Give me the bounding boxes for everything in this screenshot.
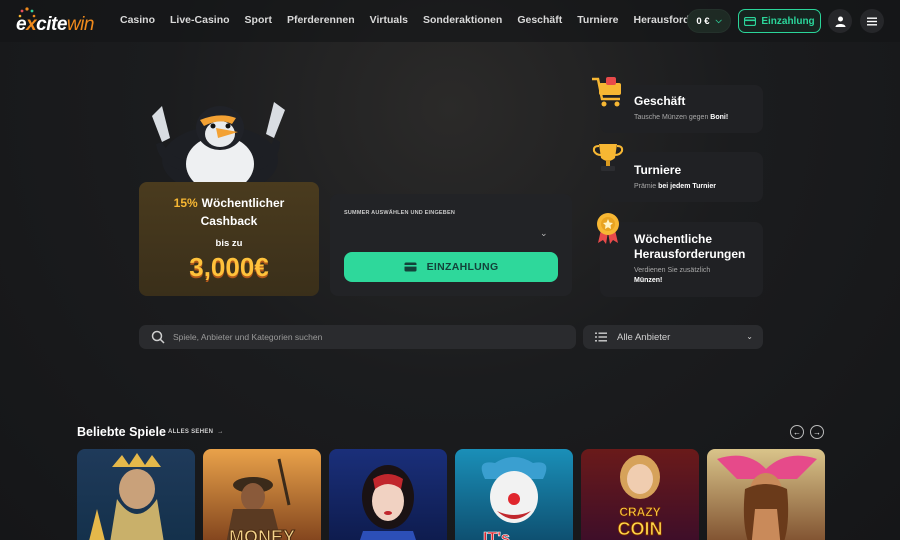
popular-games-title: Beliebte Spiele — [77, 425, 166, 439]
header-deposit-label: Einzahlung — [761, 15, 815, 27]
money-train-logo-text: MONEY — [229, 527, 295, 540]
balance-dropdown[interactable]: 0 € ⌵ — [687, 9, 731, 33]
promo-desc-turniere: Prämie bei jedem Turnier — [634, 183, 716, 190]
search-input[interactable] — [173, 332, 553, 342]
penguin-mascot-image — [152, 102, 285, 190]
zeus-game-thumbnail — [77, 449, 195, 540]
game-tile-zeus[interactable] — [77, 449, 195, 540]
promo-card-geschaeft[interactable]: Geschäft Tausche Münzen gegen Boni! — [592, 77, 763, 133]
promo-card-herausforderungen[interactable]: Wöchentliche Herausforderungen Verdienen … — [597, 213, 763, 297]
header-deposit-button[interactable]: Einzahlung — [738, 9, 821, 33]
crazy-logo-text: CRAZY — [619, 505, 660, 519]
promo-title-geschaeft: Geschäft — [634, 94, 686, 108]
snow-white-game-thumbnail — [329, 449, 447, 540]
promo-card-turniere[interactable]: Turniere Prämie bei jedem Turnier — [592, 144, 763, 202]
user-icon — [835, 16, 845, 27]
wallet-icon — [404, 262, 417, 272]
coin-logo-text: COIN — [618, 519, 663, 539]
crazy-coin-flip-game-thumbnail: CRAZY COIN — [581, 449, 699, 540]
provider-selected-value: Alle Anbieter — [617, 331, 671, 343]
wallet-icon — [744, 16, 757, 26]
money-train-game-thumbnail: MONEY — [203, 449, 321, 540]
balance-value: 0 € — [696, 15, 710, 27]
nav-sonderaktionen[interactable]: Sonderaktionen — [423, 14, 502, 26]
promo-title-herausforderungen: Wöchentliche Herausforderungen — [634, 232, 746, 261]
carousel-prev-button[interactable]: ← — [790, 425, 804, 439]
popular-games-carousel: MONEY IT's CRAZY COIN — [77, 449, 825, 540]
logo-burst-icon — [18, 7, 36, 18]
amount-select-chevron-icon[interactable]: ⌄ — [540, 228, 548, 239]
quick-deposit-panel: SUMMER AUSWÄHLEN UND EINGEBEN ⌄ EINZAHLU… — [330, 194, 572, 296]
nav-geschaeft[interactable]: Geschäft — [517, 14, 562, 26]
game-tile-clown[interactable]: IT's — [455, 449, 573, 540]
main-nav: Casino Live-Casino Sport Pferderennen Vi… — [120, 14, 746, 26]
cashback-headline: 15% Wöchentlicher — [139, 196, 319, 210]
search-icon — [151, 330, 165, 344]
cashback-amount: 3,000€ — [189, 252, 269, 282]
nav-casino[interactable]: Casino — [120, 14, 155, 26]
game-tile-tribal-woman[interactable] — [707, 449, 825, 540]
chevron-down-icon: ⌵ — [715, 16, 722, 25]
cashback-percent: 15% — [173, 196, 198, 210]
deposit-amount-label: SUMMER AUSWÄHLEN UND EINGEBEN — [344, 210, 456, 216]
account-button[interactable] — [828, 9, 852, 33]
chevron-down-icon: ⌄ — [746, 332, 753, 341]
menu-button[interactable] — [860, 9, 884, 33]
game-tile-snow-white[interactable] — [329, 449, 447, 540]
game-tile-crazy-coin-flip[interactable]: CRAZY COIN — [581, 449, 699, 540]
cashback-upto: bis zu — [215, 238, 243, 249]
medal-icon — [597, 213, 619, 244]
cashback-line1: Wöchentlicher — [201, 196, 285, 210]
nav-sport[interactable]: Sport — [245, 14, 272, 26]
clown-logo-text: IT's — [483, 530, 510, 540]
promo-desc-geschaeft: Tausche Münzen gegen Boni! — [634, 114, 729, 121]
deposit-cta-button[interactable]: EINZAHLUNG — [344, 252, 558, 282]
tribal-woman-game-thumbnail — [707, 449, 825, 540]
arrow-right-icon: → — [813, 427, 821, 437]
game-tile-money-train[interactable]: MONEY — [203, 449, 321, 540]
shopping-cart-icon — [592, 77, 621, 107]
promo-desc-herausforderungen: Verdienen Sie zusätzlich Münzen! — [634, 267, 711, 284]
nav-pferderennen[interactable]: Pferderennen — [287, 14, 355, 26]
game-search-bar[interactable] — [139, 325, 576, 349]
clown-game-thumbnail: IT's — [455, 449, 573, 540]
see-all-link[interactable]: ALLES SEHEN → — [168, 429, 224, 435]
trophy-icon — [592, 144, 624, 171]
provider-filter-dropdown[interactable]: Alle Anbieter ⌄ — [583, 325, 763, 349]
top-header: excitewin Casino Live-Casino Sport Pferd… — [0, 0, 900, 42]
nav-turniere[interactable]: Turniere — [577, 14, 618, 26]
cashback-line2: Cashback — [200, 214, 258, 228]
arrow-left-icon: ← — [793, 427, 801, 437]
nav-live-casino[interactable]: Live-Casino — [170, 14, 230, 26]
deposit-cta-label: EINZAHLUNG — [426, 261, 499, 273]
weekly-cashback-card[interactable]: 15% Wöchentlicher Cashback bis zu 3,000€ — [139, 182, 319, 296]
promo-title-turniere: Turniere — [634, 163, 682, 177]
menu-icon — [867, 17, 877, 25]
carousel-next-button[interactable]: → — [810, 425, 824, 439]
nav-virtuals[interactable]: Virtuals — [370, 14, 408, 26]
list-icon — [595, 332, 607, 342]
excitewin-logo[interactable]: excitewin — [16, 7, 94, 35]
